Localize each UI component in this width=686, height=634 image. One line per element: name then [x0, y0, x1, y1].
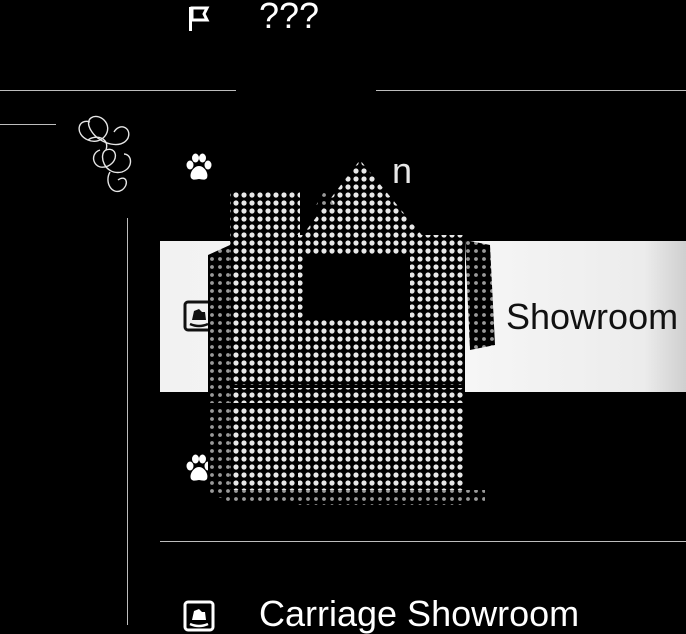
menu-item-label: Carriage Showroom	[259, 593, 580, 634]
menu-item[interactable]	[160, 0, 686, 40]
haunted-house-sprite	[200, 125, 495, 505]
flag-icon	[189, 6, 210, 31]
tree-vertical-line	[127, 218, 128, 625]
divider-top-left	[0, 90, 236, 91]
rocking-horse-icon	[183, 600, 215, 632]
divider-short-left	[0, 124, 56, 125]
divider-bottom	[160, 541, 686, 542]
divider-top-right	[376, 90, 686, 91]
menu-item-label: ???	[259, 0, 320, 36]
menu-item-label: Showroom	[506, 296, 679, 337]
swirl-ornament-icon	[78, 115, 132, 193]
